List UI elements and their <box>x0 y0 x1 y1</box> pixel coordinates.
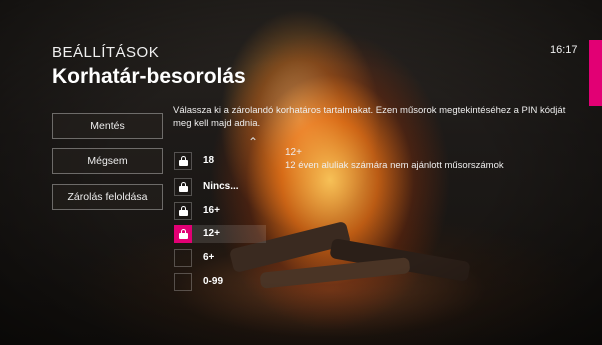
padlock-icon <box>178 229 188 239</box>
lock-checkbox[interactable] <box>174 249 192 267</box>
lock-checkbox[interactable] <box>174 273 192 291</box>
page-title: Korhatár-besorolás <box>52 65 246 88</box>
selected-rating-description: 12 éven aluliak számára nem ajánlott műs… <box>285 160 504 171</box>
rating-option[interactable]: Nincs... <box>174 178 266 196</box>
lock-icon[interactable] <box>174 152 192 170</box>
lock-icon[interactable] <box>174 202 192 220</box>
rating-option[interactable]: 0-99 <box>174 273 266 291</box>
selected-rating-title: 12+ <box>285 147 302 158</box>
rating-option[interactable]: 12+ <box>174 225 266 243</box>
rating-label: 0-99 <box>203 276 224 287</box>
padlock-icon <box>178 206 188 216</box>
clock: 16:17 <box>550 44 578 56</box>
rating-label: 18 <box>203 155 215 166</box>
rating-label: Nincs... <box>203 181 239 192</box>
rating-label: 12+ <box>203 228 220 239</box>
lock-icon[interactable] <box>174 225 192 243</box>
unlock-button[interactable]: Zárolás feloldása <box>52 184 163 210</box>
save-button[interactable]: Mentés <box>52 113 163 139</box>
padlock-icon <box>178 182 188 192</box>
section-title: BEÁLLÍTÁSOK <box>52 44 160 61</box>
rating-option[interactable]: 16+ <box>174 202 266 220</box>
cancel-button[interactable]: Mégsem <box>52 148 163 174</box>
instructions-text: Válassza ki a zárolandó korhatáros tarta… <box>173 105 566 129</box>
rating-option[interactable]: 6+ <box>174 249 266 267</box>
lock-icon[interactable] <box>174 178 192 196</box>
chevron-up-icon[interactable]: ⌃ <box>248 135 258 149</box>
padlock-icon <box>178 156 188 166</box>
rating-label: 6+ <box>203 252 215 263</box>
rating-label: 16+ <box>203 205 220 216</box>
rating-option[interactable]: 18 <box>174 152 266 170</box>
accent-bar <box>589 40 602 106</box>
